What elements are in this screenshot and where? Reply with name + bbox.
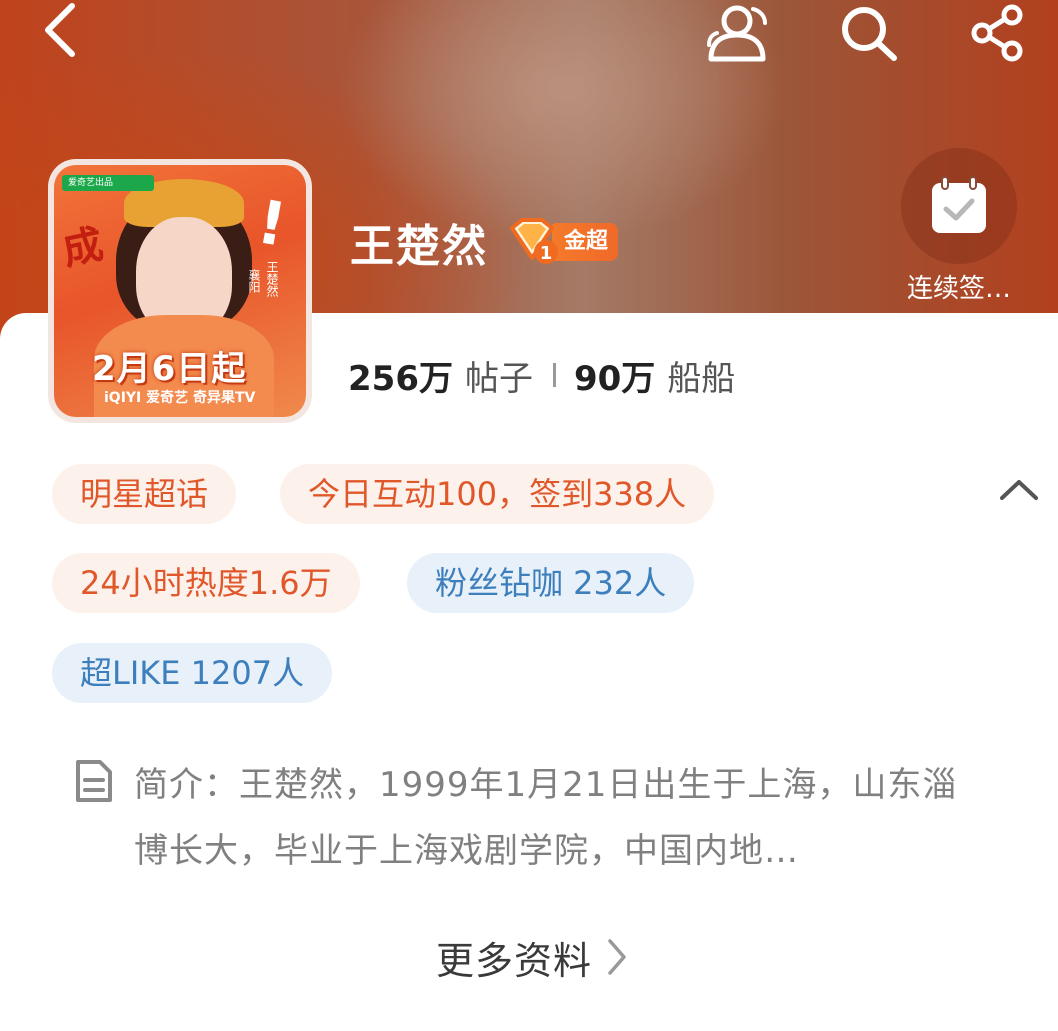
more-info-button[interactable]: 更多资料 xyxy=(436,926,628,988)
search-button[interactable] xyxy=(834,0,904,66)
fans-button[interactable] xyxy=(700,0,776,66)
diamond-level-icon: 1 xyxy=(506,218,558,266)
topic-title: 王楚然 xyxy=(350,221,488,272)
more-info-label: 更多资料 xyxy=(436,938,593,983)
fans-icon xyxy=(707,5,767,62)
back-button[interactable] xyxy=(30,2,90,62)
poster-side-text: 王楚然 xyxy=(265,261,279,297)
share-button[interactable] xyxy=(964,0,1034,66)
stats-divider xyxy=(552,363,556,387)
topic-title-row: 王楚然 1 金超 xyxy=(350,212,619,272)
chip-super-like[interactable]: 超LIKE 1207人 xyxy=(52,643,333,703)
badge-level-number: 1 xyxy=(540,243,553,264)
poster-calligraphy: 成 xyxy=(58,221,108,275)
topic-avatar[interactable]: 爱奇艺出品 成 ! 王楚然 襄阳 2月6日起 iQIYI 爱奇艺 奇异果TV xyxy=(48,159,312,423)
chevron-up-icon xyxy=(1000,480,1038,500)
posts-label: 帖子 xyxy=(464,358,533,399)
top-navigation-bar xyxy=(0,0,1058,70)
document-icon xyxy=(74,758,114,804)
posts-count: 256万 xyxy=(348,358,453,399)
share-icon xyxy=(971,4,1023,62)
collapse-button[interactable] xyxy=(996,470,1042,510)
poster-image: 爱奇艺出品 成 ! 王楚然 襄阳 2月6日起 iQIYI 爱奇艺 奇异果TV xyxy=(54,165,306,417)
back-arrow-icon xyxy=(45,3,75,57)
poster-platforms: iQIYI 爱奇艺 奇异果TV xyxy=(104,390,256,406)
topic-stats: 256万 帖子 90万 船船 xyxy=(348,352,736,399)
poster-exclamation: ! xyxy=(252,187,292,261)
checkin-label: 连续签… xyxy=(906,274,1011,304)
poster-side-text-2: 襄阳 xyxy=(247,269,261,293)
chevron-right-icon xyxy=(608,939,626,975)
poster-logo-secondary xyxy=(114,175,154,191)
poster-logo: 爱奇艺出品 xyxy=(62,175,120,191)
chip-24h-heat[interactable]: 24小时热度1.6万 xyxy=(52,553,360,613)
calendar-check-icon xyxy=(932,176,986,233)
chip-category[interactable]: 明星超话 xyxy=(52,464,237,524)
poster-date: 2月6日起 xyxy=(92,349,247,389)
badge-label: 金超 xyxy=(552,223,619,261)
intro-text: 简介：王楚然，1999年1月21日出生于上海，山东淄博长大，毕业于上海戏剧学院，… xyxy=(134,765,958,871)
checkin-circle xyxy=(901,148,1017,264)
chip-diamond-fans[interactable]: 粉丝钻咖 232人 xyxy=(407,553,695,613)
fans-count: 90万 xyxy=(573,358,656,399)
level-badge[interactable]: 1 金超 xyxy=(506,218,619,264)
checkin-button[interactable]: 连续签… xyxy=(898,148,1020,305)
fans-label: 船船 xyxy=(667,358,736,399)
chip-today-activity[interactable]: 今日互动100，签到338人 xyxy=(280,464,715,524)
search-icon xyxy=(842,7,897,61)
